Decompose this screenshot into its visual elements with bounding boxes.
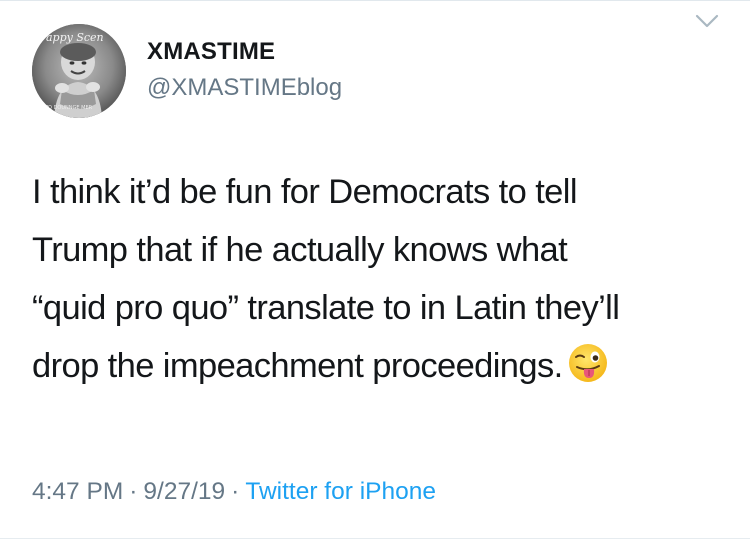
display-name[interactable]: XMASTIME	[147, 38, 275, 66]
tweet-line-last: drop the impeachment proceedings.	[32, 337, 722, 395]
winking-face-with-tongue-icon	[567, 342, 609, 384]
tweet-line: drop the impeachment proceedings.	[32, 347, 563, 385]
avatar-caption-bottom: TO DOUNNGE MER	[44, 105, 93, 111]
avatar-caption-top: appy Scen	[46, 31, 104, 44]
avatar[interactable]: appy Scen TO DOUNNGE MER	[32, 24, 126, 118]
meta-separator: ·	[129, 478, 138, 505]
tweet-source-link[interactable]: Twitter for iPhone	[245, 478, 436, 505]
user-handle[interactable]: @XMASTIMEblog	[147, 74, 342, 102]
tweet-line: I think it’d be fun for Democrats to tel…	[32, 173, 578, 211]
tweet-date[interactable]: 9/27/19	[143, 478, 225, 505]
tweet-meta: 4:47 PM · 9/27/19 · Twitter for iPhone	[32, 478, 436, 506]
tweet-line: “quid pro quo” translate to in Latin the…	[32, 289, 620, 327]
meta-separator: ·	[231, 478, 240, 505]
tweet-time[interactable]: 4:47 PM	[32, 478, 123, 505]
chevron-down-icon[interactable]	[692, 10, 722, 32]
top-divider	[0, 0, 750, 1]
tweet-line: Trump that if he actually knows what	[32, 231, 568, 269]
avatar-image: appy Scen TO DOUNNGE MER	[32, 24, 126, 118]
tweet-text: I think it’d be fun for Democrats to tel…	[32, 163, 722, 395]
